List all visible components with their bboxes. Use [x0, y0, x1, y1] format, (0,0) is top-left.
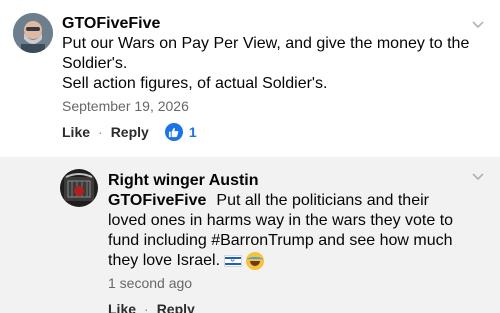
user-avatar-icon — [60, 169, 98, 207]
comment-timestamp[interactable]: September 19, 2026 — [62, 96, 492, 116]
chevron-down-icon[interactable] — [470, 16, 486, 32]
laughing-tears-emoji — [246, 251, 265, 270]
comment-text-line: GTOFiveFive Put all the politicians and t… — [108, 191, 493, 211]
separator-dot: · — [144, 301, 149, 313]
reply-button[interactable]: Reply — [111, 124, 149, 140]
comment: GTOFiveFive Put our Wars on Pay Per View… — [0, 0, 500, 157]
comment-text-segment: they love Israel. — [108, 252, 221, 269]
comment-text: Put our Wars on Pay Per View, and give t… — [62, 34, 492, 94]
comment-text-line: loved ones in harms way in the wars they… — [108, 212, 454, 229]
comment-author[interactable]: GTOFiveFive — [62, 14, 492, 34]
thumbs-up-icon[interactable] — [164, 123, 183, 141]
comment-text-line: Soldier's. — [62, 55, 128, 72]
comment-text-line: Put our Wars on Pay Per View, and give t… — [62, 35, 470, 52]
like-button[interactable]: Like — [108, 301, 136, 313]
comment-text: GTOFiveFive Put all the politicians and t… — [108, 191, 493, 271]
avatar[interactable] — [13, 13, 53, 53]
comment-author[interactable]: Right winger Austin — [108, 171, 493, 191]
avatar[interactable] — [60, 169, 98, 207]
like-button[interactable]: Like — [62, 124, 90, 140]
comment-body: GTOFiveFive Put our Wars on Pay Per View… — [62, 14, 492, 142]
mention-link[interactable]: GTOFiveFive — [108, 192, 206, 209]
comment-timestamp[interactable]: 1 second ago — [108, 273, 493, 293]
israel-flag-icon: ✡ — [224, 254, 243, 267]
comment-actions: Like · Reply 1 — [62, 122, 492, 142]
reaction-count[interactable]: 1 — [189, 124, 197, 140]
comment-actions: Like · Reply — [108, 299, 493, 313]
comment-text-line: Sell action figures, of actual Soldier's… — [62, 75, 328, 92]
user-avatar-icon — [13, 13, 53, 53]
comment-text-line: fund including #BarronTrump and see how … — [108, 232, 453, 249]
star-of-david-icon: ✡ — [230, 257, 236, 264]
reply-body: Right winger Austin GTOFiveFive Put all t… — [108, 171, 493, 313]
reply-button[interactable]: Reply — [157, 301, 195, 313]
comment-text-segment: Put all the politicians and their — [216, 192, 429, 209]
chevron-down-icon[interactable] — [470, 168, 486, 184]
separator-dot: · — [98, 124, 103, 140]
comment-text-line: they love Israel. ✡ — [108, 251, 493, 271]
thumbs-up-glyph — [169, 127, 179, 137]
